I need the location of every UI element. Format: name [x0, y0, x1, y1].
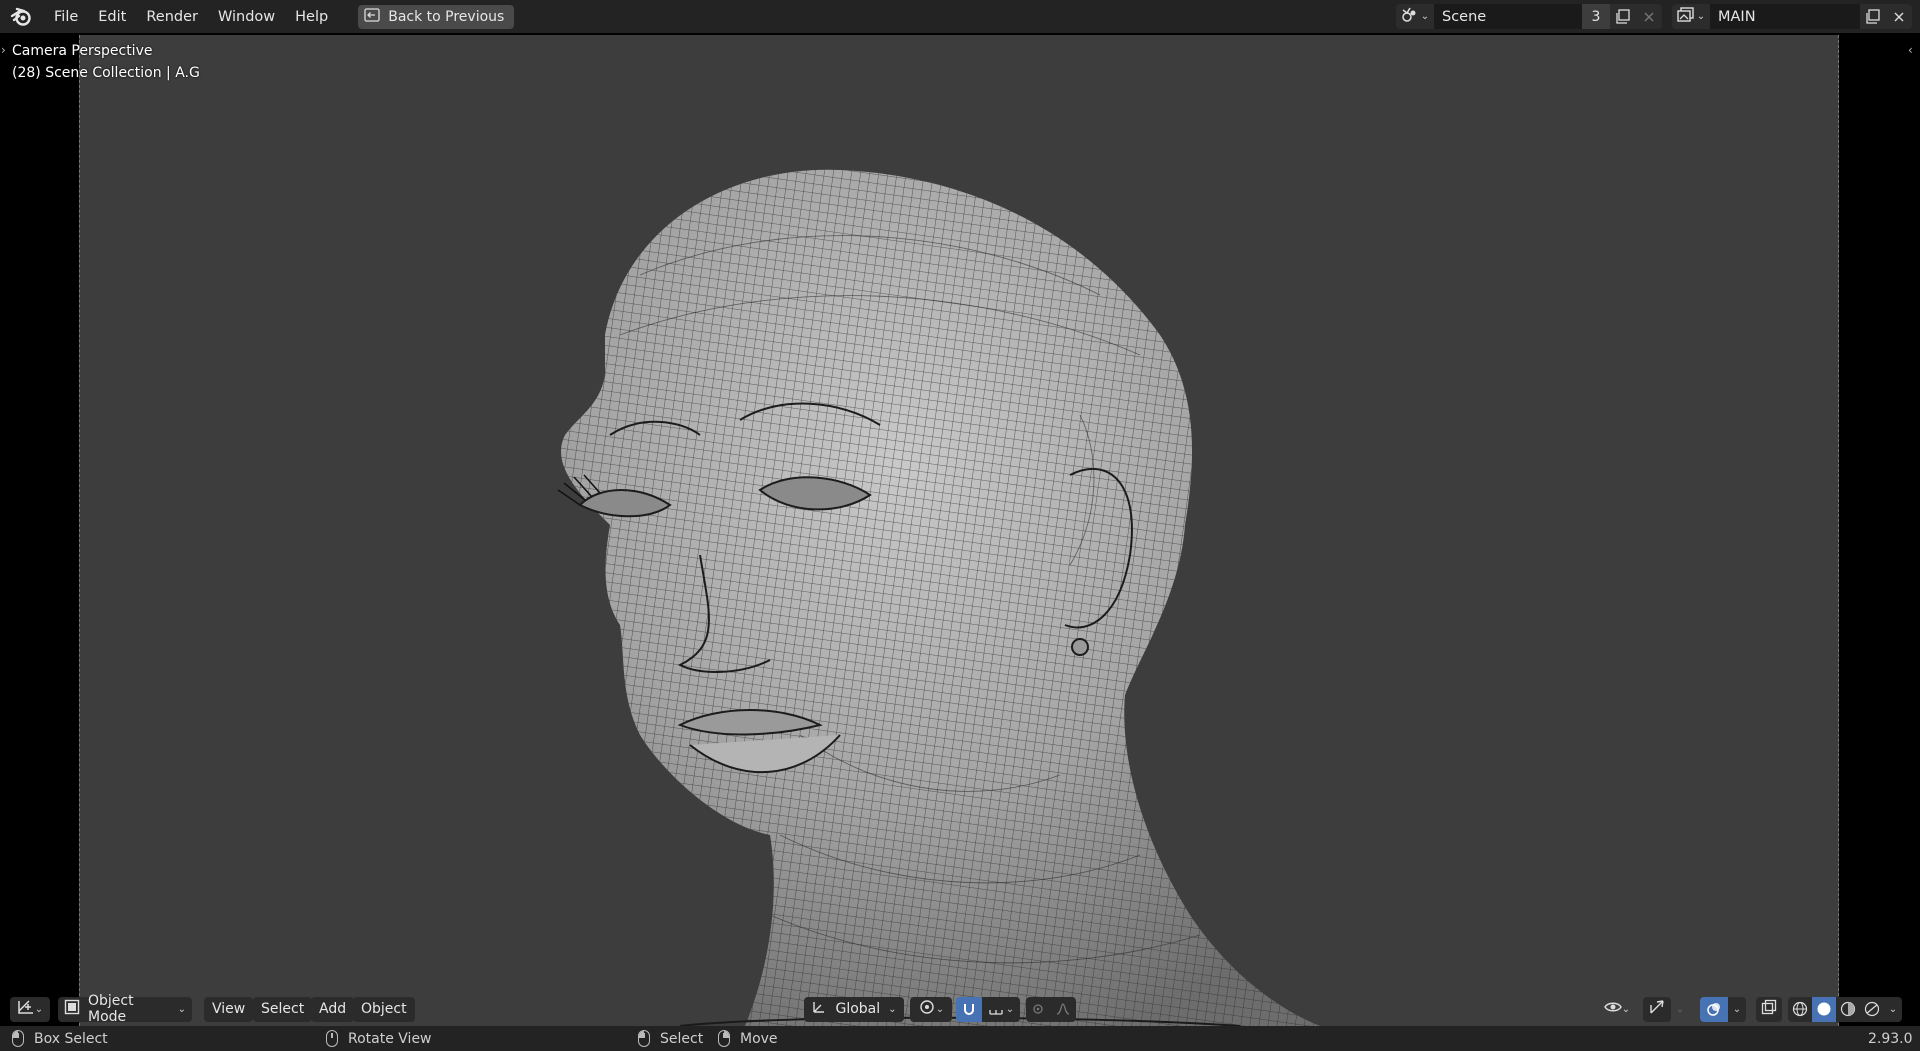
- shading-dropdown[interactable]: ⌄: [1884, 996, 1902, 1022]
- menu-help[interactable]: Help: [285, 5, 338, 29]
- chevron-down-icon: ⌄: [1888, 1003, 1898, 1015]
- scene-users-count[interactable]: 3: [1582, 4, 1610, 29]
- close-icon[interactable]: [1886, 4, 1912, 29]
- proportional-edit-icon[interactable]: [1026, 996, 1050, 1022]
- status-move: Move: [718, 1030, 778, 1047]
- status-box-select-label: Box Select: [34, 1030, 108, 1047]
- object-mode-icon: [64, 999, 80, 1019]
- menu-window[interactable]: Window: [208, 5, 285, 29]
- toolbar-expand-icon[interactable]: ›: [1, 43, 6, 57]
- menu-render[interactable]: Render: [136, 5, 208, 29]
- overlay-dropdown[interactable]: ⌄: [1728, 996, 1746, 1022]
- top-bar: File Edit Render Window Help Back to Pre…: [0, 0, 1920, 33]
- object-mode-label: Object Mode: [88, 993, 134, 1025]
- mouse-middle-icon: [326, 1030, 338, 1047]
- status-move-label: Move: [740, 1030, 778, 1047]
- overlay-group: ⌄: [1700, 996, 1746, 1022]
- editor-type-icon: [17, 999, 35, 1019]
- chevron-down-icon: ⌄: [888, 1003, 897, 1015]
- status-rotate-view-label: Rotate View: [348, 1030, 432, 1047]
- camera-frame: [79, 35, 1839, 1026]
- chevron-down-icon: ⌄: [1621, 1003, 1631, 1015]
- xray-toggle[interactable]: [1756, 996, 1782, 1022]
- sidebar-expand-icon[interactable]: ‹: [1908, 43, 1913, 57]
- editor-type-button[interactable]: ⌄: [10, 996, 50, 1022]
- status-bar: Box Select Rotate View Select Move 2.93.…: [0, 1026, 1920, 1051]
- blender-logo-icon[interactable]: [8, 4, 34, 30]
- chevron-down-icon: ⌄: [34, 1003, 44, 1015]
- object-mode-dropdown[interactable]: Object Mode ⌄: [58, 993, 192, 1025]
- view-layer-icon: [1677, 6, 1695, 27]
- status-rotate-view: Rotate View: [326, 1030, 432, 1047]
- menu-view[interactable]: View: [204, 996, 254, 1022]
- menu-edit[interactable]: Edit: [88, 5, 136, 29]
- visibility-icon: [1603, 1000, 1622, 1018]
- overlay-icon[interactable]: [1700, 996, 1728, 1022]
- proportional-edit-group: [1026, 996, 1076, 1022]
- viewport-overlay-view-name: Camera Perspective: [12, 43, 153, 59]
- viewport-header: ⌄ Object Mode ⌄ View Select Add Object G…: [0, 993, 1920, 1025]
- menu-add[interactable]: Add: [311, 996, 355, 1022]
- mouse-left-icon: [12, 1030, 24, 1047]
- mouse-right-icon: [718, 1030, 730, 1047]
- snap-group: ⌄: [956, 996, 1020, 1022]
- pivot-icon: [918, 999, 936, 1019]
- scene-browse-button[interactable]: ⌄: [1396, 4, 1434, 29]
- status-box-select: Box Select: [12, 1030, 108, 1047]
- status-select: Select: [638, 1030, 703, 1047]
- menu-file[interactable]: File: [44, 5, 88, 29]
- version-label: 2.93.0: [1868, 1030, 1913, 1047]
- proportional-falloff-icon[interactable]: [1050, 996, 1076, 1022]
- visibility-dropdown[interactable]: ⌄: [1598, 997, 1636, 1022]
- gizmo-icon: [1648, 999, 1666, 1019]
- scene-icon: [1401, 7, 1419, 27]
- status-select-label: Select: [660, 1030, 704, 1047]
- back-icon: [364, 7, 380, 26]
- scene-selector: ⌄ Scene 3: [1396, 4, 1662, 29]
- back-to-previous-button[interactable]: Back to Previous: [358, 4, 515, 29]
- scene-name-field[interactable]: Scene: [1434, 4, 1582, 29]
- wireframe-shading-icon[interactable]: [1788, 996, 1812, 1022]
- chevron-down-icon: ⌄: [1675, 1003, 1685, 1015]
- menu-select[interactable]: Select: [253, 996, 313, 1022]
- chevron-down-icon: ⌄: [177, 1003, 186, 1015]
- view-layer-selector: ⌄ MAIN: [1672, 4, 1912, 29]
- close-icon[interactable]: [1636, 4, 1662, 29]
- shading-group: ⌄: [1788, 996, 1902, 1022]
- transform-orientation-dropdown[interactable]: Global ⌄: [804, 996, 904, 1022]
- chevron-down-icon: ⌄: [1696, 11, 1706, 22]
- chevron-down-icon: ⌄: [1732, 1003, 1742, 1015]
- 3d-viewport[interactable]: Camera Perspective (28) Scene Collection…: [0, 33, 1920, 1026]
- rendered-shading-icon[interactable]: [1860, 996, 1884, 1022]
- chevron-down-icon: ⌄: [935, 1003, 945, 1015]
- gizmo-toggle[interactable]: [1643, 996, 1671, 1022]
- new-scene-icon[interactable]: [1610, 4, 1636, 29]
- status-version: 2.93.0: [1868, 1031, 1913, 1047]
- snap-increment-icon[interactable]: ⌄: [982, 996, 1020, 1022]
- pivot-point-dropdown[interactable]: ⌄: [910, 996, 952, 1022]
- xray-icon: [1761, 999, 1777, 1019]
- menu-object[interactable]: Object: [353, 996, 415, 1022]
- transform-orientation-icon: [811, 999, 827, 1019]
- head-mesh-render: [557, 169, 1320, 1026]
- transform-orientation-label: Global: [835, 1001, 881, 1017]
- view-layer-browse-button[interactable]: ⌄: [1672, 4, 1710, 29]
- back-button-label: Back to Previous: [388, 8, 505, 25]
- snap-icon[interactable]: [956, 996, 982, 1022]
- solid-shading-icon[interactable]: [1812, 996, 1836, 1022]
- viewport-overlay-collection: (28) Scene Collection | A.G: [12, 65, 200, 81]
- new-view-layer-icon[interactable]: [1860, 4, 1886, 29]
- material-shading-icon[interactable]: [1836, 996, 1860, 1022]
- mouse-left-icon: [638, 1030, 650, 1047]
- view-layer-name-field[interactable]: MAIN: [1710, 4, 1860, 29]
- chevron-down-icon: ⌄: [1420, 11, 1430, 22]
- chevron-down-icon: ⌄: [1005, 1003, 1015, 1015]
- gizmo-dropdown[interactable]: ⌄: [1673, 997, 1687, 1022]
